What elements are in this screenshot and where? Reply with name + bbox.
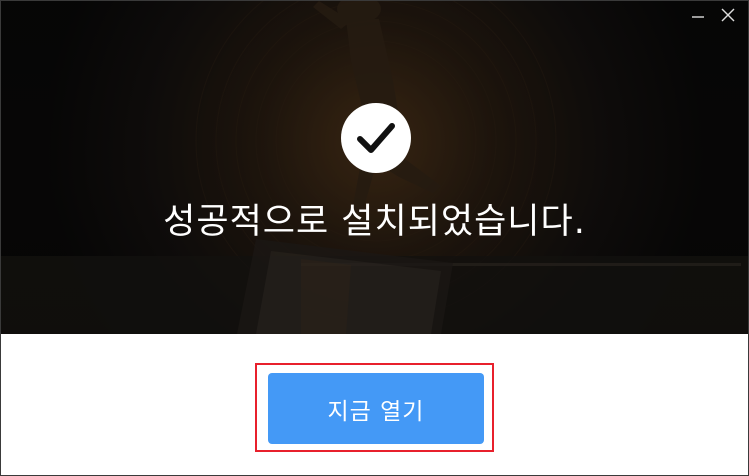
close-button[interactable] — [720, 7, 736, 23]
success-badge — [341, 103, 411, 173]
installer-window: 성공적으로 설치되었습니다. 지금 열기 — [0, 0, 749, 476]
checkmark-icon — [357, 123, 395, 153]
action-area: 지금 열기 — [1, 334, 748, 475]
minimize-icon — [692, 16, 704, 18]
success-message: 성공적으로 설치되었습니다. — [163, 202, 586, 242]
minimize-button[interactable] — [690, 7, 706, 23]
window-controls — [690, 7, 736, 23]
open-now-button[interactable]: 지금 열기 — [268, 373, 484, 444]
hero-banner: 성공적으로 설치되었습니다. — [1, 1, 748, 334]
close-icon — [721, 8, 735, 22]
